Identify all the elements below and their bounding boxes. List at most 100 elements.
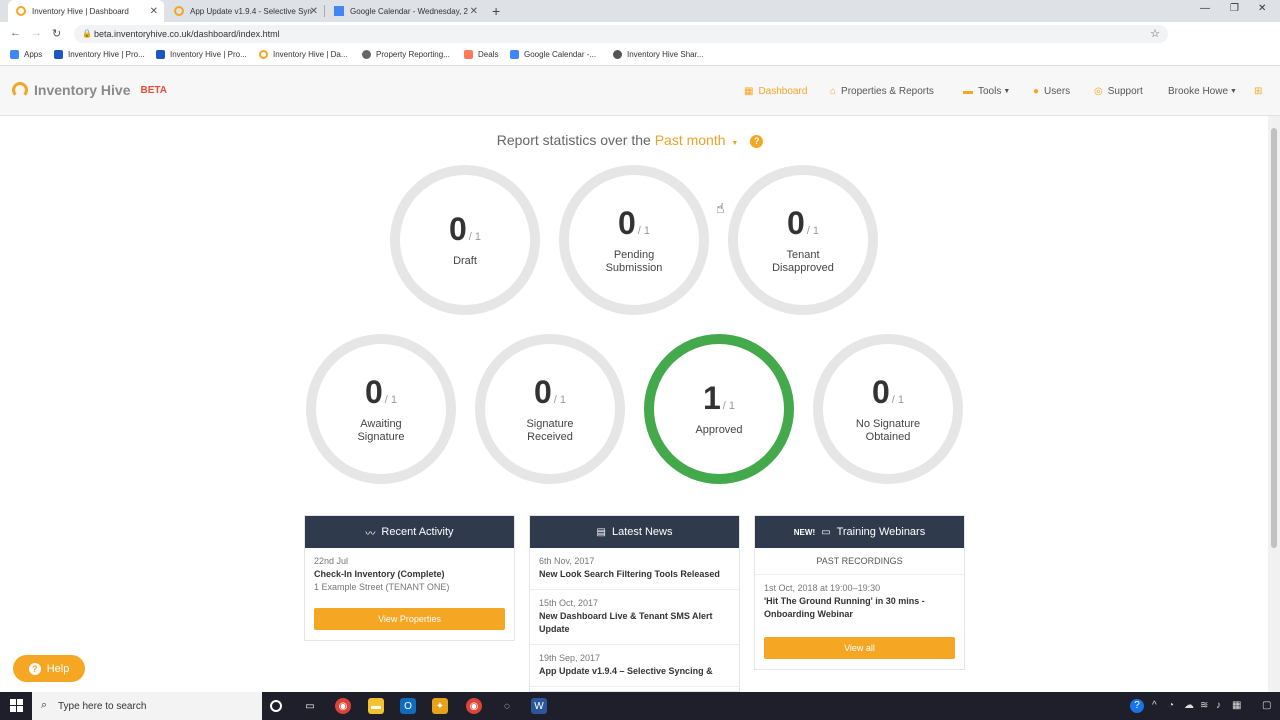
stat-ring-tenant-disapproved[interactable]: 0/ 1 Tenant Disapproved xyxy=(728,165,878,315)
chrome-icon[interactable]: ◉ xyxy=(335,698,351,714)
notifications-icon[interactable]: ▢ xyxy=(1262,700,1271,711)
support-icon: ◎ xyxy=(1094,86,1103,97)
keyboard-icon[interactable]: ▦ xyxy=(1232,700,1241,711)
hubspot-icon xyxy=(464,50,473,59)
view-properties-button[interactable]: View Properties xyxy=(314,608,505,630)
bookmark-item[interactable]: Google Calendar -... xyxy=(510,50,596,59)
app-icon[interactable]: ✦ xyxy=(432,698,448,714)
chevron-down-icon: ▼ xyxy=(1230,88,1237,95)
chevron-down-icon: ▼ xyxy=(731,140,739,147)
bookmark-item[interactable]: Inventory Hive | Da... xyxy=(259,50,348,59)
training-webinars-panel: NEW! ▭ Training Webinars PAST RECORDINGS… xyxy=(754,515,965,670)
stat-ring-signature-received[interactable]: 0/ 1 Signature Received xyxy=(475,334,625,484)
nav-tools[interactable]: ▬ Tools ▼ xyxy=(963,86,1010,97)
volume-icon[interactable]: ♪ xyxy=(1216,700,1221,711)
bookmarks-bar: Apps Inventory Hive | Pro... Inventory H… xyxy=(0,46,1280,66)
tab-inventory-dashboard[interactable]: Inventory Hive | Dashboard ✕ xyxy=(8,0,164,22)
word-icon[interactable]: W xyxy=(531,698,547,714)
latest-news-header: ▤ Latest News xyxy=(530,516,739,548)
outlook-icon[interactable]: O xyxy=(400,698,416,714)
period-dropdown[interactable]: Past month ▼ xyxy=(655,132,739,148)
windows-taskbar: ⌕ Type here to search ▭ ◉ ▬ O ✦ ◉ ◌ W ? … xyxy=(0,692,1280,720)
google-calendar-favicon-icon xyxy=(510,50,519,59)
close-tab-icon[interactable]: ✕ xyxy=(310,6,318,17)
webinar-item[interactable]: 1st Oct, 2018 at 19:00–19:30 'Hit The Gr… xyxy=(755,575,964,629)
news-item[interactable]: 6th Nov, 2017 New Look Search Filtering … xyxy=(530,548,739,590)
minimize-icon[interactable]: — xyxy=(1200,3,1210,14)
news-item[interactable]: 15th Oct, 2017 New Dashboard Live & Tena… xyxy=(530,590,739,645)
bookmark-item[interactable]: Deals xyxy=(464,50,498,59)
activity-line-icon: 〰 xyxy=(365,528,376,540)
recent-activity-panel: 〰 Recent Activity 22nd Jul Check-In Inve… xyxy=(304,515,515,641)
stat-ring-awaiting-signature[interactable]: 0/ 1 Awaiting Signature xyxy=(306,334,456,484)
stats-title: Report statistics over the Past month ▼ … xyxy=(0,132,1260,148)
help-tray-icon[interactable]: ? xyxy=(1130,699,1144,713)
chrome-icon[interactable]: ◉ xyxy=(466,698,482,714)
forward-icon[interactable]: → xyxy=(31,27,42,39)
newspaper-icon: ▤ xyxy=(596,526,606,538)
brand-logo[interactable]: Inventory Hive BETA xyxy=(12,82,167,98)
hive-sun-icon xyxy=(12,82,28,98)
training-webinars-header: NEW! ▭ Training Webinars xyxy=(755,516,964,548)
monitor-icon: ▭ xyxy=(821,526,831,538)
bookmark-item[interactable]: Inventory Hive Shar... xyxy=(613,50,703,59)
nav-users[interactable]: ● Users xyxy=(1033,86,1070,97)
bookmark-favicon-icon xyxy=(362,50,371,59)
user-menu[interactable]: Brooke Howe ▼ xyxy=(1168,86,1237,97)
bookmark-favicon-icon xyxy=(156,50,165,59)
chevron-down-icon: ▼ xyxy=(1003,88,1011,95)
page-scrollbar[interactable] xyxy=(1268,116,1280,692)
file-explorer-icon[interactable]: ▬ xyxy=(368,698,384,714)
network-icon[interactable]: ◔ xyxy=(1168,700,1174,711)
help-button[interactable]: ? Help xyxy=(13,655,85,682)
inventory-hive-favicon-icon xyxy=(16,6,26,16)
bookmark-item[interactable]: Property Reporting... xyxy=(362,50,450,59)
reload-icon[interactable]: ↻ xyxy=(52,27,61,40)
dashboard-icon: ▦ xyxy=(744,86,754,97)
bookmark-star-icon[interactable]: ☆ xyxy=(1150,27,1160,40)
nav-properties-reports[interactable]: ⌂ Properties & Reports xyxy=(830,86,934,97)
onedrive-icon[interactable]: ☁ xyxy=(1184,700,1194,711)
back-icon[interactable]: ← xyxy=(10,27,21,39)
stat-ring-approved[interactable]: 1/ 1 Approved xyxy=(644,334,794,484)
tab-google-calendar[interactable]: Google Calendar - Wednesday, 2 ✕ xyxy=(326,0,484,22)
scrollbar-thumb[interactable] xyxy=(1271,128,1277,548)
news-item[interactable]: 19th Sep, 2017 App Update v1.9.4 – Selec… xyxy=(530,645,739,687)
wifi-icon[interactable]: ≋ xyxy=(1200,700,1208,711)
tab-app-update[interactable]: App Update v1.9.4 - Selective Syn ✕ xyxy=(166,0,325,22)
activity-item[interactable]: 22nd Jul Check-In Inventory (Complete) 1… xyxy=(305,548,514,600)
close-tab-icon[interactable]: ✕ xyxy=(150,6,158,17)
address-bar-row: ← → ↻ 🔒 beta.inventoryhive.co.uk/dashboa… xyxy=(0,22,1280,62)
search-icon: ⌕ xyxy=(41,699,48,711)
app-navbar: Inventory Hive BETA ▦ Dashboard ⌂ Properti… xyxy=(0,66,1280,116)
help-question-icon[interactable]: ? xyxy=(750,135,764,148)
bookmark-item[interactable]: Inventory Hive | Pro... xyxy=(156,50,247,59)
taskbar-search[interactable]: ⌕ Type here to search xyxy=(32,692,262,720)
view-all-button[interactable]: View all xyxy=(764,637,955,659)
home-icon: ⌂ xyxy=(830,86,837,97)
url-field[interactable]: 🔒 beta.inventoryhive.co.uk/dashboard/ind… xyxy=(74,25,1168,43)
restore-icon[interactable]: ❐ xyxy=(1230,3,1239,14)
nav-support[interactable]: ◎ Support xyxy=(1094,86,1143,97)
browser-tab-bar: Inventory Hive | Dashboard ✕ App Update … xyxy=(0,0,1280,22)
stat-ring-pending-submission[interactable]: 0/ 1 Pending Submission xyxy=(559,165,709,315)
help-question-icon: ? xyxy=(28,662,41,675)
app-icon[interactable]: ◌ xyxy=(499,698,515,714)
task-view-icon[interactable]: ▭ xyxy=(302,698,318,714)
tray-chevron-icon[interactable]: ^ xyxy=(1152,700,1157,711)
stat-ring-no-signature-obtained[interactable]: 0/ 1 No Signature Obtained xyxy=(813,334,963,484)
close-window-icon[interactable]: ✕ xyxy=(1258,3,1266,14)
user-icon: ● xyxy=(1033,86,1040,97)
bookmark-favicon-icon xyxy=(613,50,622,59)
latest-news-panel: ▤ Latest News 6th Nov, 2017 New Look Sea… xyxy=(529,515,740,692)
nav-dashboard[interactable]: ▦ Dashboard xyxy=(744,86,807,97)
app-grid-icon[interactable]: ⊞ xyxy=(1254,86,1267,97)
bookmark-item[interactable]: Inventory Hive | Pro... xyxy=(54,50,145,59)
recent-activity-header: 〰 Recent Activity xyxy=(305,516,514,548)
bookmark-apps[interactable]: Apps xyxy=(10,50,42,59)
windows-start-icon[interactable] xyxy=(10,699,23,712)
close-tab-icon[interactable]: ✕ xyxy=(470,6,478,17)
stat-ring-draft[interactable]: 0/ 1 Draft xyxy=(390,165,540,315)
new-tab-icon[interactable]: + xyxy=(492,3,500,19)
cortana-icon[interactable] xyxy=(270,700,282,712)
